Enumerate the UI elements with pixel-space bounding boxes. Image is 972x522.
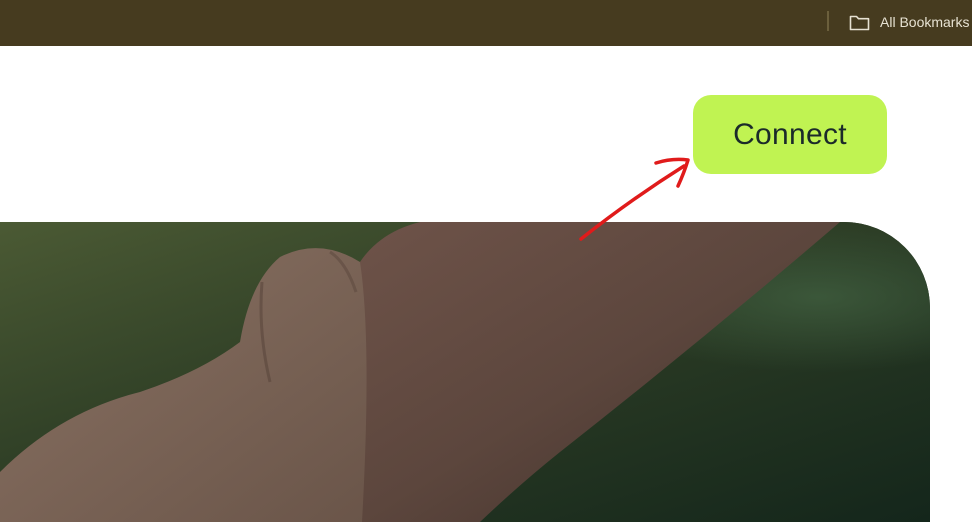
page-content: Connect — [0, 46, 972, 522]
all-bookmarks-label: All Bookmarks — [880, 14, 970, 30]
folder-icon — [849, 14, 870, 31]
all-bookmarks-folder[interactable]: All Bookmarks — [849, 10, 969, 34]
bookmarks-separator — [827, 11, 829, 31]
bookmarks-bar: All Bookmarks — [0, 0, 972, 46]
connect-button[interactable]: Connect — [693, 95, 887, 174]
hero-image — [0, 222, 930, 522]
